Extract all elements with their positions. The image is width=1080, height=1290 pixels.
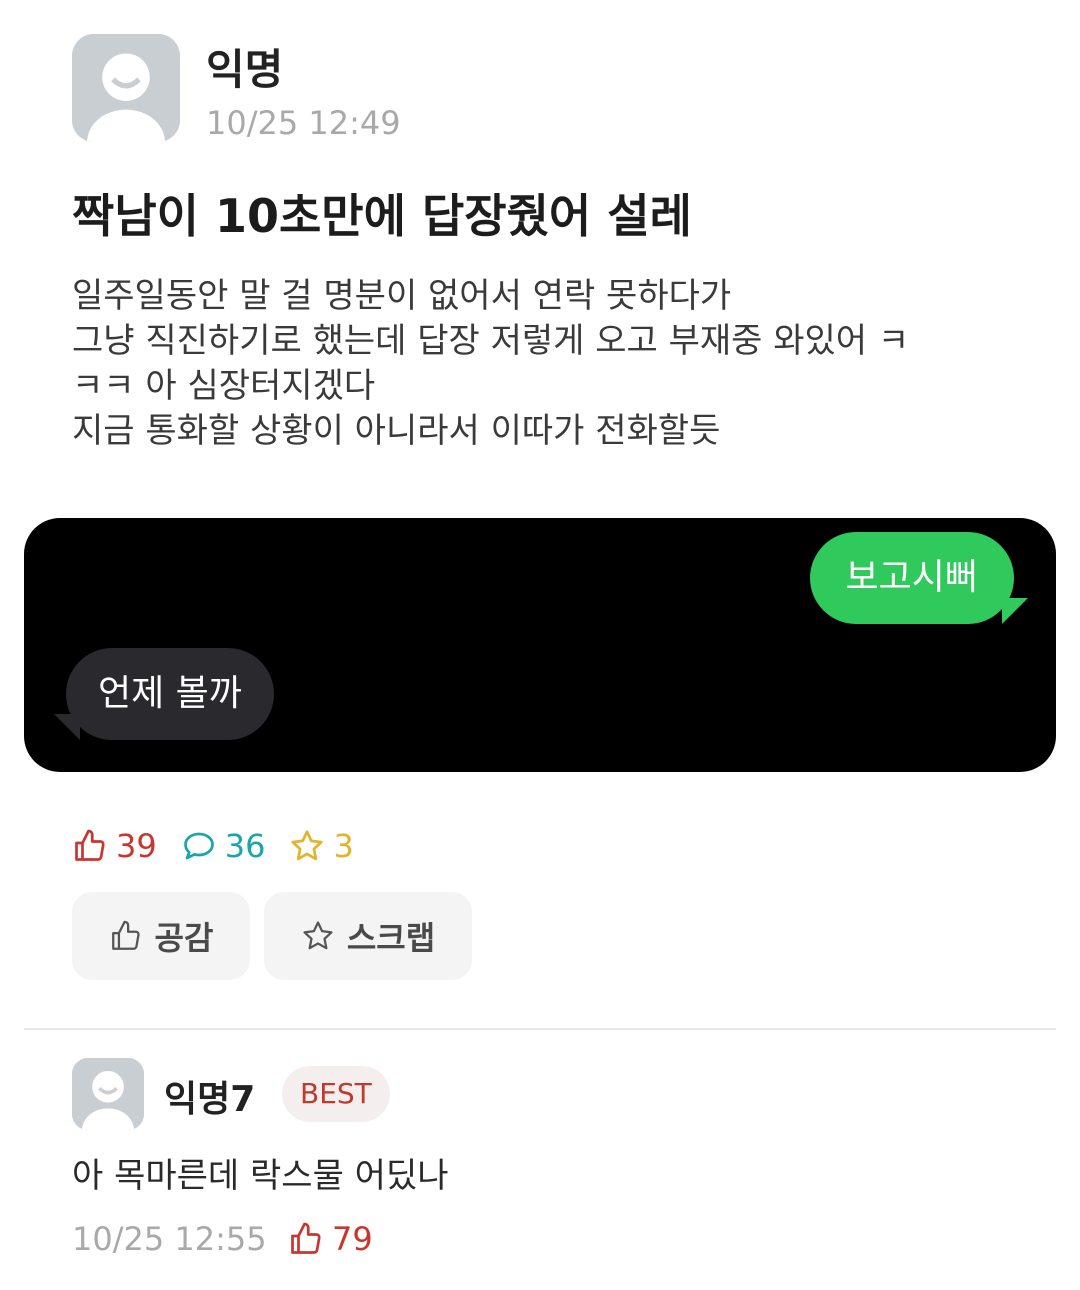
like-count: 39 bbox=[72, 827, 157, 865]
thumbs-up-icon bbox=[75, 829, 105, 861]
comment-text: 아 목마른데 락스물 어딨나 bbox=[72, 1156, 449, 1196]
default-avatar-icon bbox=[72, 1058, 144, 1130]
received-message-bubble: 언제 볼까 bbox=[66, 648, 274, 740]
comment-author-name: 익명7 bbox=[164, 1079, 256, 1120]
like-button[interactable]: 공감 bbox=[72, 892, 250, 980]
scrap-count-value: 3 bbox=[333, 827, 354, 865]
sent-message-bubble: 보고시뻐 bbox=[809, 532, 1014, 624]
comment-count-value: 36 bbox=[224, 827, 266, 865]
post-body-line: 지금 통화할 상황이 아니라서 이따가 전화할듯 bbox=[72, 411, 721, 451]
star-icon bbox=[291, 830, 324, 861]
comment-timestamp: 10/25 12:55 bbox=[72, 1220, 267, 1258]
post-body-line: 일주일동안 말 걸 명분이 없어서 연락 못하다가 bbox=[72, 276, 732, 316]
default-avatar-icon bbox=[72, 34, 180, 142]
star-icon bbox=[303, 921, 333, 950]
post-author-avatar bbox=[72, 34, 180, 142]
like-count-value: 39 bbox=[116, 827, 157, 865]
thumbs-up-icon bbox=[291, 1222, 321, 1254]
comment-author-avatar bbox=[72, 1058, 144, 1130]
post-body: 일주일동안 말 걸 명분이 없어서 연락 못하다가 그냥 직진하기로 했는데 답… bbox=[72, 274, 1032, 454]
comment-like-count: 79 bbox=[332, 1220, 373, 1258]
post-author-name: 익명 bbox=[206, 45, 284, 94]
section-divider bbox=[24, 1028, 1056, 1030]
like-button-label: 공감 bbox=[154, 919, 214, 957]
post-title: 짝남이 10초만에 답장줬어 설레 bbox=[72, 189, 692, 243]
comment-count: 36 bbox=[181, 827, 266, 865]
thumbs-up-icon bbox=[111, 920, 140, 950]
best-badge: BEST bbox=[282, 1066, 390, 1122]
post-timestamp: 10/25 12:49 bbox=[206, 104, 401, 142]
scrap-button-label: 스크랩 bbox=[346, 919, 436, 957]
scrap-button[interactable]: 스크랩 bbox=[264, 892, 472, 980]
scrap-count: 3 bbox=[289, 827, 354, 865]
post-body-line: ㅋㅋ 아 심장터지겠다 bbox=[72, 366, 376, 406]
post-body-line: 그냥 직진하기로 했는데 답장 저렇게 오고 부재중 와있어 ㅋ bbox=[72, 321, 910, 361]
comment-like-button[interactable]: 79 bbox=[288, 1220, 373, 1258]
chat-screenshot-image: 보고시뻐 언제 볼까 bbox=[24, 518, 1056, 772]
speech-bubble-icon bbox=[183, 832, 214, 860]
post-stats: 39 36 3 bbox=[72, 826, 378, 866]
